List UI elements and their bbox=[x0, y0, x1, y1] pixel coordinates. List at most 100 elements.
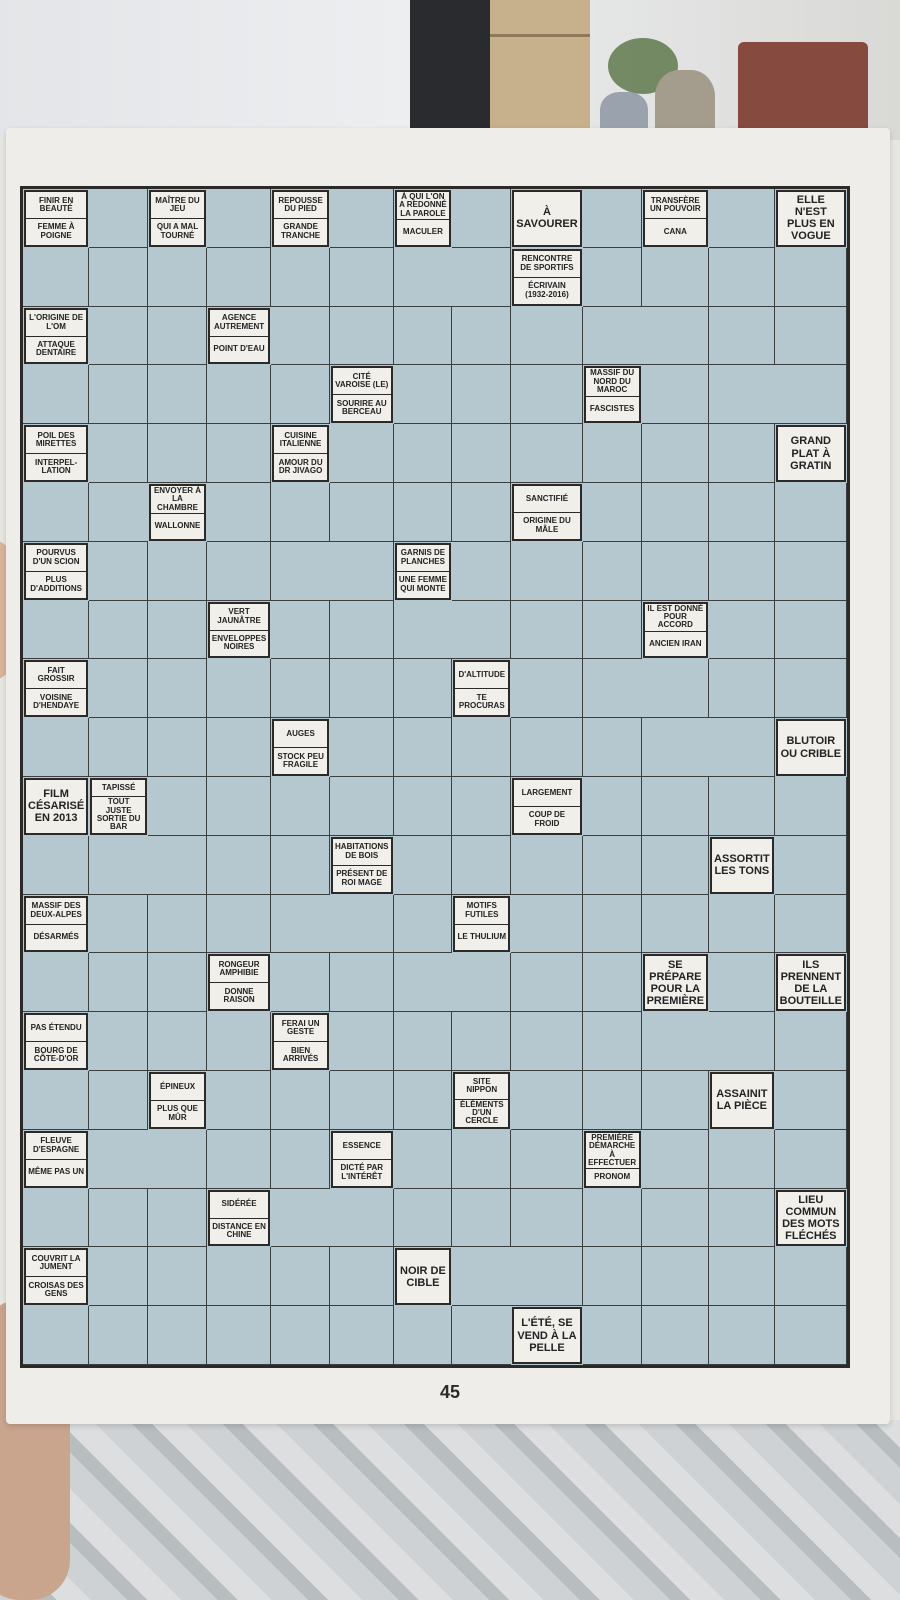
answer-cell[interactable] bbox=[393, 1070, 453, 1130]
answer-cell[interactable] bbox=[206, 776, 272, 836]
answer-cell[interactable] bbox=[89, 541, 149, 601]
answer-cell[interactable] bbox=[206, 1247, 272, 1307]
answer-cell[interactable] bbox=[641, 1012, 710, 1071]
answer-cell[interactable] bbox=[23, 1188, 90, 1248]
answer-cell[interactable] bbox=[582, 1247, 642, 1307]
answer-cell[interactable] bbox=[206, 189, 272, 248]
answer-cell[interactable] bbox=[271, 1189, 331, 1248]
answer-cell[interactable] bbox=[271, 600, 331, 660]
answer-cell[interactable] bbox=[709, 247, 775, 307]
answer-cell[interactable] bbox=[271, 1129, 331, 1189]
answer-cell[interactable] bbox=[206, 424, 272, 483]
answer-cell[interactable] bbox=[271, 835, 331, 895]
answer-cell[interactable] bbox=[148, 718, 207, 777]
answer-cell[interactable] bbox=[774, 482, 847, 542]
answer-cell[interactable] bbox=[271, 365, 331, 425]
answer-cell[interactable] bbox=[709, 482, 775, 542]
answer-cell[interactable] bbox=[23, 600, 90, 660]
answer-cell[interactable] bbox=[206, 659, 272, 719]
answer-cell[interactable] bbox=[511, 1129, 583, 1189]
answer-cell[interactable] bbox=[452, 1306, 512, 1365]
answer-cell[interactable] bbox=[511, 1012, 583, 1071]
answer-cell[interactable] bbox=[641, 894, 710, 954]
answer-cell[interactable] bbox=[709, 659, 775, 719]
answer-cell[interactable] bbox=[206, 1070, 272, 1130]
answer-cell[interactable] bbox=[330, 247, 394, 307]
answer-cell[interactable] bbox=[89, 718, 149, 777]
answer-cell[interactable] bbox=[774, 894, 847, 954]
answer-cell[interactable] bbox=[641, 247, 710, 307]
answer-cell[interactable] bbox=[511, 659, 583, 719]
answer-cell[interactable] bbox=[271, 542, 331, 601]
answer-cell[interactable] bbox=[393, 306, 453, 366]
answer-cell[interactable] bbox=[709, 953, 775, 1013]
answer-cell[interactable] bbox=[23, 365, 90, 425]
answer-cell[interactable] bbox=[774, 365, 847, 425]
answer-cell[interactable] bbox=[206, 835, 272, 895]
answer-cell[interactable] bbox=[709, 1188, 775, 1248]
answer-cell[interactable] bbox=[511, 1188, 583, 1248]
answer-cell[interactable] bbox=[393, 835, 453, 895]
answer-cell[interactable] bbox=[709, 424, 775, 483]
answer-cell[interactable] bbox=[452, 1012, 512, 1071]
answer-cell[interactable] bbox=[774, 1306, 847, 1365]
answer-cell[interactable] bbox=[393, 1129, 453, 1189]
answer-cell[interactable] bbox=[709, 894, 775, 954]
answer-cell[interactable] bbox=[393, 601, 453, 660]
answer-cell[interactable] bbox=[709, 541, 775, 601]
answer-cell[interactable] bbox=[452, 600, 512, 660]
answer-cell[interactable] bbox=[89, 247, 149, 307]
answer-cell[interactable] bbox=[709, 1012, 775, 1071]
answer-cell[interactable] bbox=[393, 365, 453, 425]
answer-cell[interactable] bbox=[511, 600, 583, 660]
answer-cell[interactable] bbox=[89, 1247, 149, 1307]
answer-cell[interactable] bbox=[452, 424, 512, 483]
answer-cell[interactable] bbox=[271, 776, 331, 836]
answer-cell[interactable] bbox=[641, 482, 710, 542]
answer-cell[interactable] bbox=[206, 894, 272, 954]
answer-cell[interactable] bbox=[393, 659, 453, 719]
answer-cell[interactable] bbox=[641, 835, 710, 895]
answer-cell[interactable] bbox=[330, 482, 394, 542]
answer-cell[interactable] bbox=[393, 953, 453, 1013]
answer-cell[interactable] bbox=[641, 1247, 710, 1307]
answer-cell[interactable] bbox=[271, 1247, 331, 1307]
answer-cell[interactable] bbox=[774, 306, 847, 366]
answer-cell[interactable] bbox=[330, 600, 394, 660]
answer-cell[interactable] bbox=[206, 1306, 272, 1365]
answer-cell[interactable] bbox=[148, 894, 207, 954]
answer-cell[interactable] bbox=[148, 1188, 207, 1248]
answer-cell[interactable] bbox=[393, 424, 453, 483]
answer-cell[interactable] bbox=[89, 894, 149, 954]
answer-cell[interactable] bbox=[452, 541, 512, 601]
answer-cell[interactable] bbox=[330, 424, 394, 483]
answer-cell[interactable] bbox=[271, 1070, 331, 1130]
answer-cell[interactable] bbox=[582, 835, 642, 895]
answer-cell[interactable] bbox=[330, 1012, 394, 1071]
answer-cell[interactable] bbox=[89, 1188, 149, 1248]
answer-cell[interactable] bbox=[452, 365, 512, 425]
answer-cell[interactable] bbox=[206, 718, 272, 777]
answer-cell[interactable] bbox=[393, 482, 453, 542]
answer-cell[interactable] bbox=[511, 718, 583, 777]
answer-cell[interactable] bbox=[582, 659, 642, 719]
answer-cell[interactable] bbox=[774, 1012, 847, 1071]
answer-cell[interactable] bbox=[23, 1070, 90, 1130]
answer-cell[interactable] bbox=[641, 365, 710, 425]
answer-cell[interactable] bbox=[23, 718, 90, 777]
answer-cell[interactable] bbox=[330, 189, 394, 248]
answer-cell[interactable] bbox=[148, 953, 207, 1013]
answer-cell[interactable] bbox=[709, 1306, 775, 1365]
answer-cell[interactable] bbox=[330, 1188, 394, 1248]
answer-cell[interactable] bbox=[582, 189, 642, 248]
answer-cell[interactable] bbox=[709, 189, 775, 248]
answer-cell[interactable] bbox=[206, 541, 272, 601]
answer-cell[interactable] bbox=[452, 189, 512, 248]
answer-cell[interactable] bbox=[393, 718, 453, 777]
answer-cell[interactable] bbox=[774, 835, 847, 895]
answer-cell[interactable] bbox=[582, 482, 642, 542]
answer-cell[interactable] bbox=[452, 306, 512, 366]
answer-cell[interactable] bbox=[709, 306, 775, 366]
answer-cell[interactable] bbox=[148, 1247, 207, 1307]
answer-cell[interactable] bbox=[641, 659, 710, 719]
